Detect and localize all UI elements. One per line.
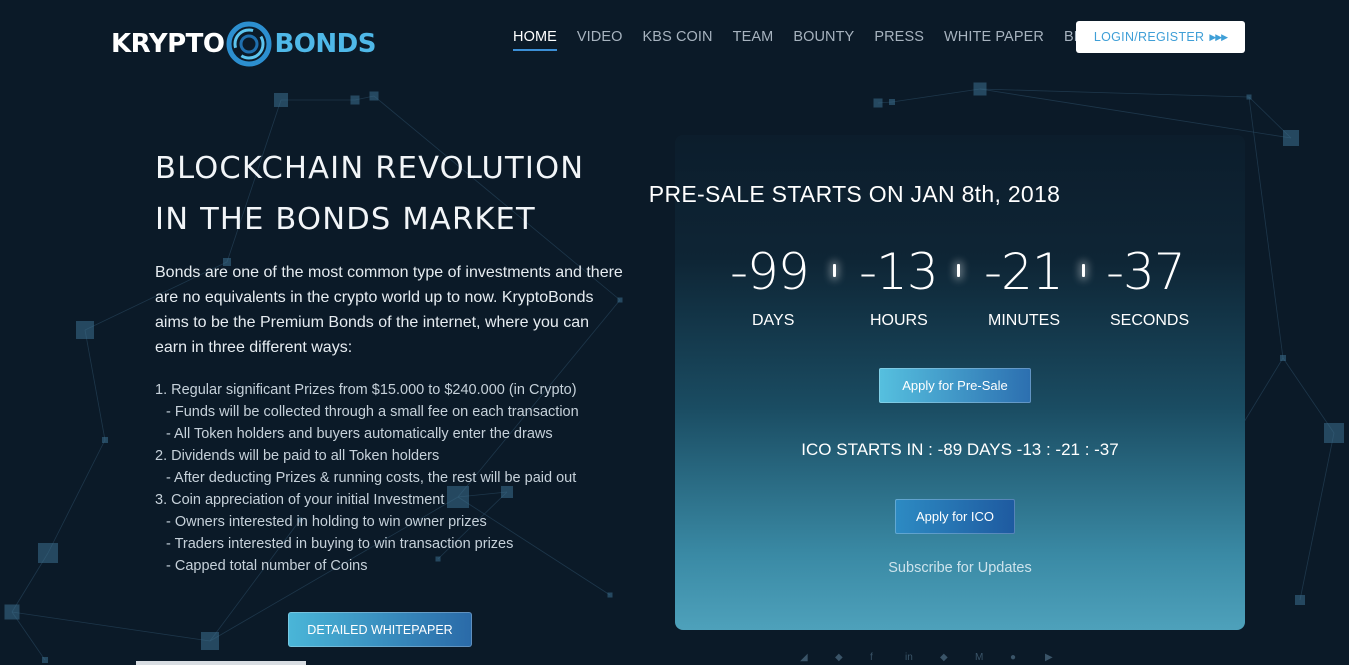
detailed-whitepaper-button[interactable]: DETAILED WHITEPAPER xyxy=(288,612,472,647)
list-item: - Funds will be collected through a smal… xyxy=(166,404,579,420)
network-node xyxy=(38,543,58,563)
list-item: 3. Coin appreciation of your initial Inv… xyxy=(155,492,445,508)
network-node xyxy=(1324,423,1344,443)
login-register-label: LOGIN/REGISTER xyxy=(1093,30,1205,44)
list-item: - All Token holders and buyers automatic… xyxy=(166,426,553,442)
ico-countdown-text: ICO STARTS IN : -89 DAYS -13 : -21 : -37 xyxy=(801,440,1119,459)
network-node xyxy=(369,91,379,101)
nav-item-white-paper[interactable]: WHITE PAPER xyxy=(944,29,1044,51)
countdown-label-days: DAYS xyxy=(752,312,795,329)
facebook-icon[interactable]: f xyxy=(870,652,884,663)
countdown-days: -99 xyxy=(730,243,810,301)
bottom-bar xyxy=(136,661,306,665)
network-node xyxy=(274,93,288,107)
apply-ico-button[interactable]: Apply for ICO xyxy=(895,499,1015,534)
reddit-icon[interactable]: ● xyxy=(1010,652,1024,663)
network-node xyxy=(607,592,613,598)
network-node xyxy=(102,437,108,443)
countdown-label-seconds: SECONDS xyxy=(1110,312,1190,329)
youtube-icon[interactable]: ▶ xyxy=(1045,652,1059,663)
nav-item-team[interactable]: TEAM xyxy=(733,29,774,51)
linkedin-icon[interactable]: in xyxy=(905,652,919,663)
network-line xyxy=(11,611,211,642)
list-item: - After deducting Prizes & running costs… xyxy=(166,470,577,486)
countdown-label-minutes: MINUTES xyxy=(988,312,1060,329)
apply-presale-button[interactable]: Apply for Pre-Sale xyxy=(879,368,1031,403)
network-node xyxy=(1280,355,1286,361)
logo-text-krypto: KRYPTO xyxy=(111,29,225,59)
network-line xyxy=(47,439,106,554)
network-node xyxy=(889,99,895,105)
network-line xyxy=(1299,432,1335,601)
nav-item-bounty[interactable]: BOUNTY xyxy=(793,29,854,51)
logo-ring-icon xyxy=(226,21,272,67)
twitter-icon[interactable]: ◆ xyxy=(835,652,849,663)
countdown-separator xyxy=(833,264,836,277)
list-item: 1. Regular significant Prizes from $15.0… xyxy=(155,382,577,398)
network-node xyxy=(873,98,883,108)
hero-intro: Bonds are one of the most common type of… xyxy=(155,264,623,356)
network-line xyxy=(979,88,1292,139)
network-line xyxy=(891,88,981,103)
login-register-button[interactable]: LOGIN/REGISTER ▶▶▶ xyxy=(1076,21,1245,53)
list-item: - Capped total number of Coins xyxy=(166,558,368,574)
twitter-icon[interactable]: ◆ xyxy=(940,652,954,663)
nav-item-press[interactable]: PRESS xyxy=(874,29,924,51)
countdown-seconds: -37 xyxy=(1106,243,1186,301)
krypto-bonds-logo[interactable]: KRYPTO BONDS xyxy=(111,20,376,68)
network-node xyxy=(1295,595,1305,605)
network-line xyxy=(84,329,106,441)
list-item: - Traders interested in buying to win tr… xyxy=(166,536,514,552)
list-item: - Owners interested in holding to win ow… xyxy=(166,514,487,530)
medium-icon[interactable]: M xyxy=(975,652,989,663)
network-node xyxy=(76,321,94,339)
logo-text-bonds: BONDS xyxy=(274,29,376,59)
earning-ways-list: 1. Regular significant Prizes from $15.0… xyxy=(155,379,635,577)
network-node xyxy=(350,95,360,105)
network-node xyxy=(42,657,48,663)
network-line xyxy=(1282,357,1335,434)
nav-item-kbs-coin[interactable]: KBS COIN xyxy=(643,29,713,51)
countdown-separator xyxy=(1082,264,1085,277)
telegram-icon[interactable]: ◢ xyxy=(800,652,814,663)
triple-arrow-icon: ▶▶▶ xyxy=(1209,31,1228,42)
presale-title: PRE-SALE STARTS ON JAN 8th, 2018 xyxy=(648,181,1061,207)
countdown-hours: -13 xyxy=(859,243,939,301)
network-line xyxy=(979,88,1250,98)
network-node xyxy=(973,82,987,96)
countdown-separator xyxy=(957,264,960,277)
network-node xyxy=(201,632,219,650)
countdown-minutes: -21 xyxy=(984,243,1064,301)
nav-item-video[interactable]: VIDEO xyxy=(577,29,623,51)
subscribe-link[interactable]: Subscribe for Updates xyxy=(675,560,1245,576)
nav-item-home[interactable]: HOME xyxy=(513,29,557,51)
social-links: ◢ ◆ f in ◆ M ● ▶ xyxy=(800,652,1080,663)
countdown-label-hours: HOURS xyxy=(870,312,928,329)
network-node xyxy=(1246,94,1252,100)
site-header: KRYPTO BONDS HOME VIDEO KBS COIN TEAM BO… xyxy=(0,0,1349,75)
main-nav: HOME VIDEO KBS COIN TEAM BOUNTY PRESS WH… xyxy=(513,29,1125,51)
list-item: 2. Dividends will be paid to all Token h… xyxy=(155,448,440,464)
network-node xyxy=(4,604,20,620)
network-node xyxy=(1283,130,1299,146)
